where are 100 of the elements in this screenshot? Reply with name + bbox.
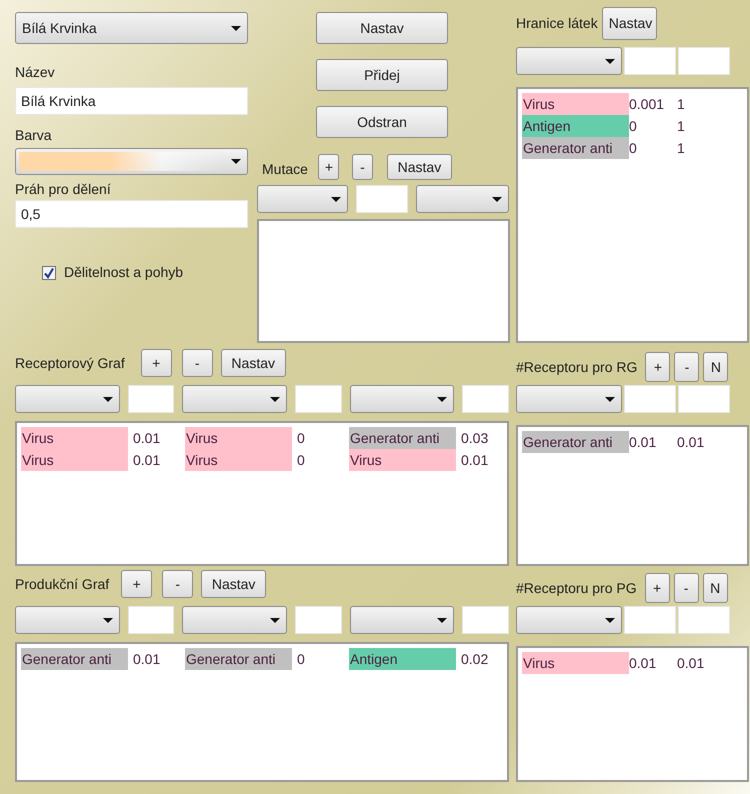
- dropdown[interactable]: [416, 185, 509, 213]
- section-label: #Receptoru pro PG: [516, 578, 637, 598]
- button[interactable]: +: [644, 573, 670, 603]
- button[interactable]: Přidej: [316, 59, 448, 91]
- input-field[interactable]: [462, 385, 509, 413]
- button[interactable]: Nastav: [201, 570, 266, 598]
- input-field[interactable]: Bílá Krvinka: [15, 87, 248, 115]
- section-label: Produkční Graf: [15, 574, 110, 594]
- substance-cell: Virus: [21, 449, 128, 471]
- value-cell-text: 0: [629, 138, 638, 158]
- section-label: Mutace: [262, 160, 308, 178]
- substance-cell: Virus: [349, 449, 456, 471]
- value-cell-text: 0: [296, 450, 306, 470]
- value-cell-text: 0: [296, 650, 306, 668]
- substance-cell: Generator anti: [522, 431, 629, 453]
- substance-cell: Generator anti: [522, 137, 629, 159]
- caret-icon: [605, 58, 615, 64]
- input-field[interactable]: [128, 606, 174, 634]
- input-field[interactable]: [462, 606, 509, 634]
- checkbox[interactable]: [42, 266, 56, 280]
- section-label: Hranice látek: [516, 14, 598, 32]
- field-label: Práh pro dělení: [15, 180, 112, 199]
- substance-cell: Generator anti: [21, 648, 128, 670]
- input-field[interactable]: [294, 606, 342, 634]
- dropdown[interactable]: [516, 385, 622, 413]
- input-field[interactable]: [624, 47, 676, 75]
- caret-icon: [605, 618, 615, 622]
- dropdown[interactable]: Bílá Krvinka: [15, 12, 248, 44]
- button[interactable]: -: [352, 154, 373, 180]
- input-field[interactable]: [624, 385, 676, 413]
- value-cell-text: 1: [677, 94, 685, 114]
- color-dropdown[interactable]: [15, 148, 248, 175]
- value-cell-text: 0.01: [132, 450, 162, 470]
- caret-icon: [231, 26, 241, 30]
- input-field[interactable]: [356, 185, 408, 213]
- button[interactable]: N: [703, 352, 728, 382]
- caret-icon: [270, 396, 280, 402]
- substance-cell: Generator anti: [185, 648, 292, 670]
- input-field[interactable]: 0,5: [15, 200, 248, 228]
- dropdown[interactable]: [516, 47, 622, 75]
- substance-cell: Virus: [185, 427, 292, 449]
- section-label: #Receptoru pro RG: [516, 358, 638, 377]
- button[interactable]: Nastav: [316, 12, 448, 44]
- dropdown[interactable]: [257, 185, 348, 213]
- value-cell-text: 0.03: [460, 428, 488, 448]
- section-label: Receptorový Graf: [15, 354, 125, 373]
- caret-icon: [102, 618, 113, 622]
- value-cell-text: 0.01: [132, 650, 162, 668]
- dropdown[interactable]: [182, 606, 287, 634]
- button[interactable]: +: [318, 154, 339, 180]
- value-cell-text: 0: [296, 428, 306, 448]
- input-field[interactable]: [294, 385, 342, 413]
- caret-icon: [331, 196, 341, 202]
- value-cell-text: 1: [677, 116, 685, 136]
- value-cell-text: 0: [629, 116, 638, 136]
- value-cell-text: 0.01: [629, 432, 658, 452]
- button[interactable]: +: [645, 352, 670, 382]
- button[interactable]: N: [702, 573, 728, 603]
- caret-icon: [231, 159, 241, 164]
- button[interactable]: Nastav: [602, 6, 657, 40]
- button[interactable]: -: [162, 570, 194, 598]
- input-field[interactable]: [678, 385, 730, 413]
- substance-cell: Generator anti: [349, 427, 456, 449]
- button[interactable]: Nastav: [220, 349, 286, 377]
- button[interactable]: -: [674, 352, 700, 382]
- substance-cell: Antigen: [349, 648, 456, 670]
- dropdown[interactable]: [15, 385, 120, 413]
- button[interactable]: +: [140, 349, 172, 377]
- dropdown[interactable]: [15, 606, 120, 634]
- caret-icon: [492, 196, 502, 202]
- input-field[interactable]: [678, 47, 730, 75]
- substance-cell: Virus: [185, 449, 292, 471]
- caret-icon: [605, 396, 615, 402]
- input-field[interactable]: [678, 606, 730, 634]
- input-field[interactable]: [624, 606, 676, 634]
- caret-icon: [270, 618, 280, 622]
- substance-cell: Virus: [522, 652, 629, 674]
- input-field[interactable]: [128, 385, 174, 413]
- value-cell-text: 0.01: [629, 654, 658, 672]
- caret-icon: [102, 396, 113, 402]
- field-label: Barva: [15, 126, 53, 145]
- button[interactable]: Odstran: [316, 106, 448, 138]
- field-label: Název: [15, 63, 56, 82]
- value-cell-text: 0.01: [677, 432, 704, 452]
- dropdown[interactable]: [350, 385, 454, 413]
- substance-cell: Antigen: [522, 115, 629, 137]
- caret-icon: [437, 618, 448, 622]
- button[interactable]: -: [182, 349, 213, 377]
- dropdown[interactable]: [350, 606, 454, 634]
- button[interactable]: +: [121, 570, 152, 598]
- dropdown[interactable]: [182, 385, 287, 413]
- value-cell-text: 0.01: [677, 654, 704, 672]
- dropdown[interactable]: [516, 606, 622, 634]
- value-cell-text: 0.001: [629, 94, 666, 114]
- button[interactable]: -: [674, 573, 699, 603]
- value-cell-text: 1: [677, 138, 685, 158]
- button[interactable]: Nastav: [386, 154, 452, 180]
- checkbox-label: Dělitelnost a pohyb: [64, 263, 184, 282]
- substance-cell: Virus: [21, 427, 128, 449]
- caret-icon: [437, 396, 448, 402]
